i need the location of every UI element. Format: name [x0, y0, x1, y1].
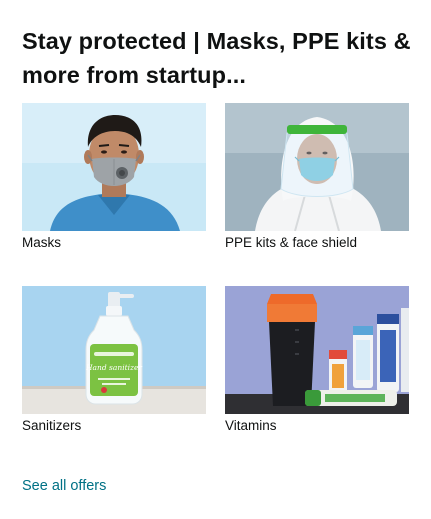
- card-title: Stay protected | Masks, PPE kits & more …: [22, 28, 411, 88]
- ppe-kit-image[interactable]: [225, 103, 409, 231]
- see-all-offers-link[interactable]: See all offers: [22, 476, 106, 496]
- tile-label-vitamins[interactable]: Vitamins: [225, 417, 409, 435]
- sanitizer-image[interactable]: Hand sanitizer: [22, 286, 206, 414]
- tile-label-sanitizers[interactable]: Sanitizers: [22, 417, 206, 435]
- tile-vitamins[interactable]: Vitamins: [225, 286, 409, 435]
- tile-sanitizers[interactable]: Hand sanitizer Sanitizers: [22, 286, 206, 435]
- tile-masks[interactable]: Masks: [22, 103, 206, 252]
- tile-label-ppe[interactable]: PPE kits & face shield: [225, 234, 409, 252]
- vitamins-image[interactable]: [225, 286, 409, 414]
- deal-card: Stay protected | Masks, PPE kits & more …: [0, 0, 431, 519]
- tile-ppe[interactable]: PPE kits & face shield: [225, 103, 409, 252]
- masks-image[interactable]: [22, 103, 206, 231]
- tile-label-masks[interactable]: Masks: [22, 234, 206, 252]
- sanitizer-bottle-label: Hand sanitizer: [85, 363, 142, 372]
